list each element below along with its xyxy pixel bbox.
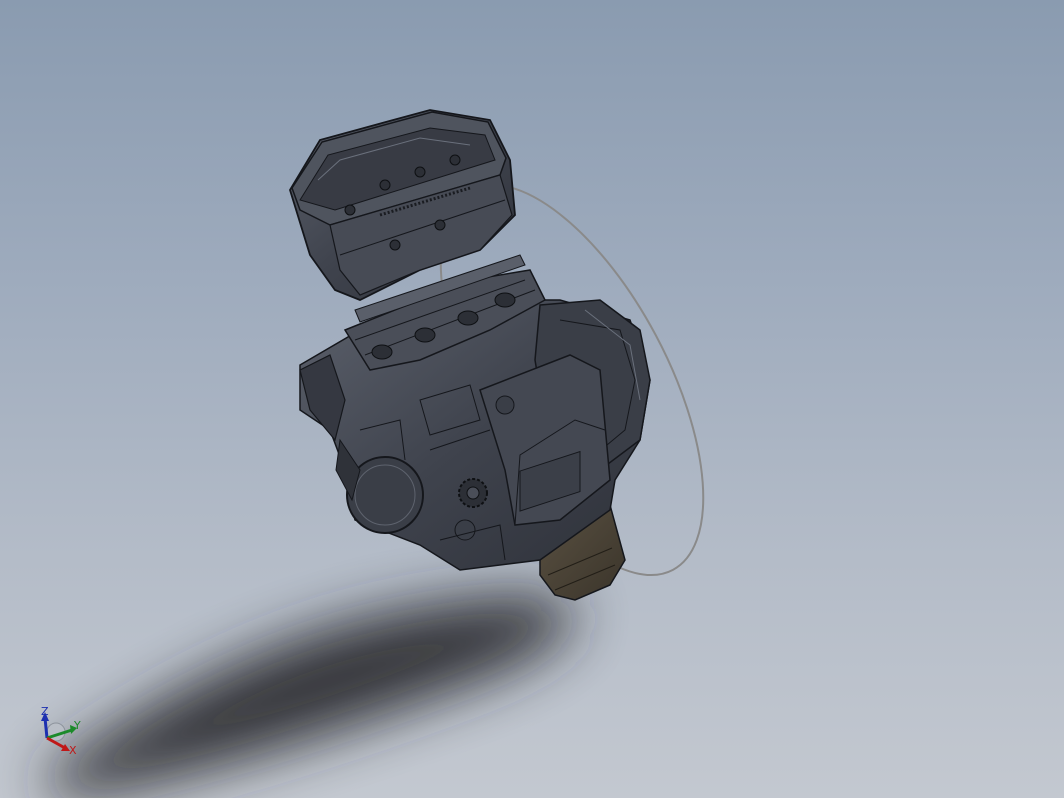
engine-model[interactable]	[289, 109, 651, 601]
ground-shadow	[40, 596, 576, 798]
triad-x-label: X	[69, 744, 77, 757]
axis-triad: Z Y X	[30, 700, 100, 770]
triad-z-label: Z	[41, 705, 49, 718]
triad-y-label: Y	[74, 719, 81, 732]
graphics-viewport[interactable]: Z Y X	[0, 0, 1064, 798]
model-scene[interactable]	[0, 0, 1064, 798]
